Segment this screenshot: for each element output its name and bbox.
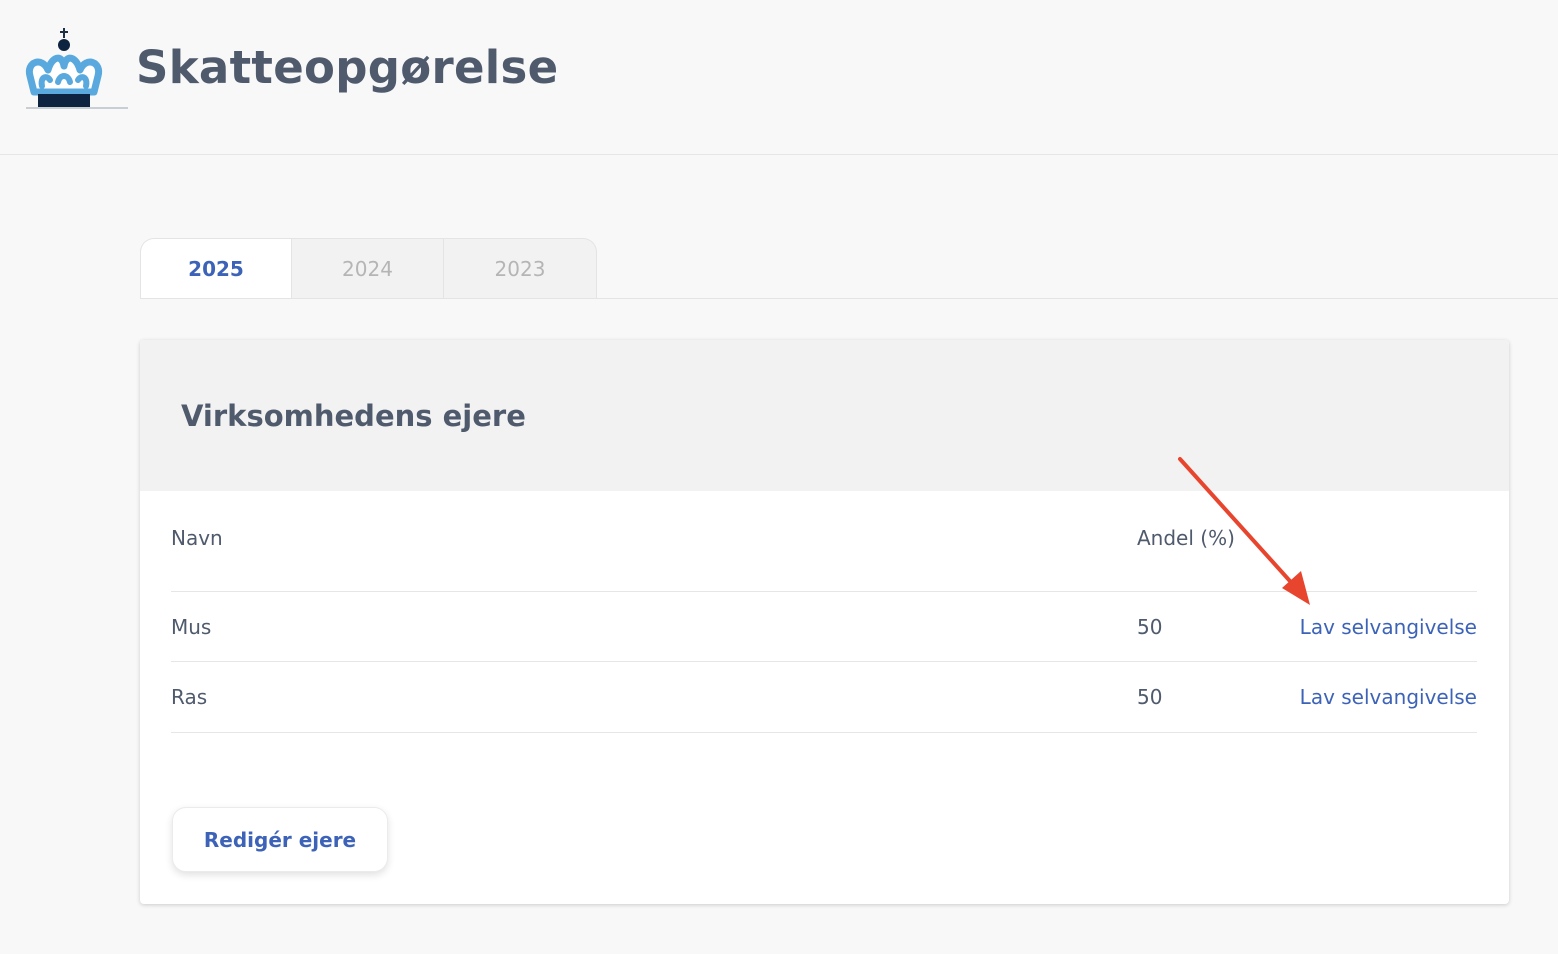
owner-share: 50 bbox=[1137, 615, 1163, 639]
owner-share: 50 bbox=[1137, 685, 1163, 709]
tabs-divider bbox=[140, 298, 1558, 299]
app-header: Skatteopgørelse bbox=[0, 0, 1558, 155]
page-title: Skatteopgørelse bbox=[136, 41, 559, 94]
owners-card: Virksomhedens ejere Navn Andel (%) Mus 5… bbox=[140, 340, 1509, 904]
column-header-share: Andel (%) bbox=[1137, 526, 1235, 550]
table-divider bbox=[171, 661, 1477, 662]
lav-selvangivelse-link[interactable]: Lav selvangivelse bbox=[1300, 615, 1477, 639]
year-tabs: 2025 2024 2023 bbox=[140, 238, 597, 298]
column-header-name: Navn bbox=[171, 526, 223, 550]
owner-name: Ras bbox=[171, 685, 208, 709]
card-header: Virksomhedens ejere bbox=[140, 340, 1509, 491]
crown-logo-icon bbox=[25, 28, 128, 109]
tab-2024[interactable]: 2024 bbox=[292, 238, 444, 298]
table-divider bbox=[171, 591, 1477, 592]
card-title: Virksomhedens ejere bbox=[181, 399, 526, 433]
edit-owners-button[interactable]: Redigér ejere bbox=[172, 807, 388, 872]
tab-2023[interactable]: 2023 bbox=[444, 238, 597, 298]
tab-2025[interactable]: 2025 bbox=[140, 238, 292, 298]
lav-selvangivelse-link[interactable]: Lav selvangivelse bbox=[1300, 685, 1477, 709]
table-divider bbox=[171, 732, 1477, 733]
owner-name: Mus bbox=[171, 615, 212, 639]
